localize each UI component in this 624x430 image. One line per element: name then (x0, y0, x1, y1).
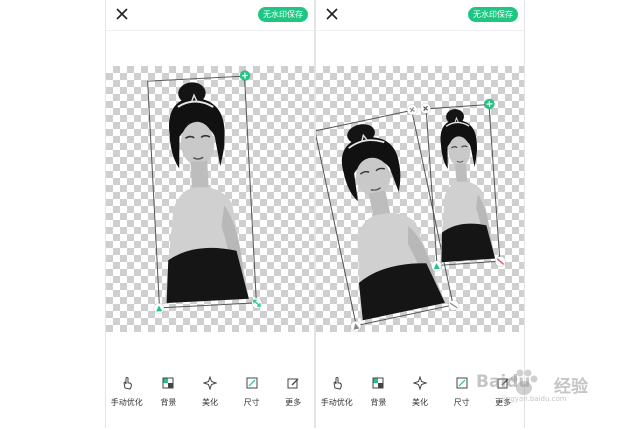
tool-size[interactable]: 尺寸 (443, 376, 481, 416)
layer-handle-icon[interactable] (484, 98, 495, 110)
resize-handle-icon[interactable] (447, 299, 460, 312)
flip-handle-icon[interactable] (153, 303, 165, 314)
tool-beautify[interactable]: 美化 (401, 376, 439, 416)
flip-handle-icon[interactable] (431, 260, 442, 272)
background-icon (372, 377, 384, 389)
watermark-suffix: 经验 (554, 377, 588, 397)
tool-label: 手动优化 (110, 398, 143, 407)
close-icon[interactable] (324, 6, 340, 22)
save-without-watermark-button[interactable]: 无水印保存 (468, 7, 518, 22)
tool-more[interactable]: 更多 (274, 376, 312, 416)
save-without-watermark-button[interactable]: 无水印保存 (258, 7, 308, 22)
delete-handle-icon[interactable] (406, 103, 419, 116)
tool-background[interactable]: 背景 (149, 376, 187, 416)
tool-background[interactable]: 背景 (359, 376, 397, 416)
tool-label: 尺寸 (453, 398, 470, 407)
delete-handle-icon[interactable] (420, 103, 431, 114)
background-icon (162, 377, 174, 389)
tool-label: 尺寸 (243, 398, 260, 407)
resize-handle-icon[interactable] (251, 298, 263, 309)
crop-size-icon (246, 377, 258, 389)
selection-frame (425, 103, 501, 267)
tool-manual-optimize[interactable]: 手动优化 (318, 376, 356, 416)
hand-pointer-icon (333, 377, 342, 390)
resize-handle-icon[interactable] (495, 256, 506, 267)
sparkle-icon (412, 376, 427, 390)
header-divider (316, 30, 524, 31)
baidu-jingyan-watermark: Baidu 经验 jingyan.baidu.com (476, 368, 624, 408)
header-divider (106, 30, 314, 31)
editor-screen-single: 无水印保存 手动优化 背景 美化 尺寸 更多 (105, 0, 315, 428)
edit-more-icon (287, 378, 299, 389)
bottom-toolbar: 手动优化 背景 美化 尺寸 更多 (106, 376, 314, 416)
tool-label: 美化 (411, 398, 428, 407)
tool-label: 背景 (160, 398, 177, 407)
tool-label: 更多 (285, 398, 302, 407)
layer-handle-icon[interactable] (239, 70, 251, 81)
watermark-url: jingyan.baidu.com (502, 395, 567, 403)
tool-label: 手动优化 (320, 398, 353, 407)
hand-pointer-icon (123, 377, 132, 390)
cutout-photo[interactable] (147, 70, 263, 314)
watermark-brand: Baidu (476, 372, 531, 392)
cutout-photo-copy[interactable] (420, 98, 506, 272)
tool-beautify[interactable]: 美化 (191, 376, 229, 416)
sparkle-icon (202, 376, 217, 390)
transparent-canvas[interactable] (106, 66, 314, 332)
selection-frame (147, 75, 257, 309)
tool-manual-optimize[interactable]: 手动优化 (108, 376, 146, 416)
tool-label: 背景 (370, 398, 387, 407)
close-icon[interactable] (114, 6, 130, 22)
crop-size-icon (456, 377, 468, 389)
tool-label: 美化 (201, 398, 218, 407)
transparent-canvas[interactable] (316, 66, 524, 333)
editor-screen-duplicated: 无水印保存 手动优化 背景 美化 尺寸 更多 (315, 0, 525, 428)
tool-size[interactable]: 尺寸 (233, 376, 271, 416)
